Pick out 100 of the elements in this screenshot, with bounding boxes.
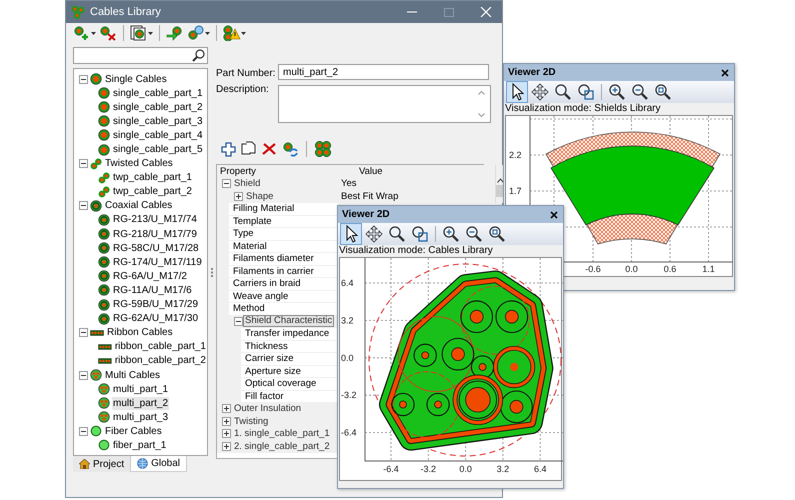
search-field[interactable] bbox=[73, 47, 208, 64]
multi-cable-icon bbox=[90, 369, 102, 382]
property-category[interactable]: Shield bbox=[231, 178, 260, 190]
property-name[interactable]: Material bbox=[229, 240, 338, 252]
move-tool-button[interactable] bbox=[363, 223, 385, 245]
move-icon bbox=[365, 225, 383, 243]
tree-item[interactable]: Twisted Cables bbox=[104, 157, 174, 170]
tree-item[interactable]: Single Cables bbox=[104, 72, 168, 86]
scroll-down-icon bbox=[478, 113, 485, 117]
property-name[interactable]: Template bbox=[229, 216, 338, 227]
close-button[interactable] bbox=[549, 210, 559, 220]
tree-item[interactable]: ribbon_cable_part_1 bbox=[114, 340, 207, 354]
tree-item[interactable]: Multi Cables bbox=[104, 368, 162, 382]
collapse-icon[interactable] bbox=[78, 426, 88, 436]
property-category[interactable]: 1. single_cable_part_1 bbox=[231, 428, 330, 440]
property-category[interactable]: Twisting bbox=[231, 416, 268, 427]
collapse-icon[interactable] bbox=[78, 370, 88, 380]
property-name[interactable]: Filaments diameter bbox=[229, 253, 338, 264]
cable-icon bbox=[90, 73, 102, 86]
move-tool-button[interactable] bbox=[529, 81, 551, 103]
collapse-icon[interactable] bbox=[78, 158, 88, 169]
scroll-up-icon bbox=[496, 178, 504, 183]
collapse-icon[interactable] bbox=[78, 200, 88, 211]
property-name[interactable]: Optical coverage bbox=[241, 378, 338, 390]
property-category[interactable]: Shield Characteristic bbox=[243, 315, 334, 328]
tree-item[interactable]: twp_cable_part_1 bbox=[112, 171, 193, 184]
tree-item[interactable]: multi_part_1 bbox=[112, 382, 170, 396]
copy-cable-button[interactable] bbox=[129, 24, 154, 42]
delete-icon bbox=[261, 142, 277, 156]
collapse-icon[interactable] bbox=[78, 328, 88, 338]
property-name[interactable]: Carriers in braid bbox=[229, 278, 338, 290]
tree-item[interactable]: RG-213/U_M17/74 bbox=[112, 213, 198, 226]
property-name[interactable]: Aperture size bbox=[241, 366, 338, 377]
part-number-field[interactable]: multi_part_2 bbox=[278, 64, 489, 80]
add-button[interactable] bbox=[220, 140, 237, 158]
group-button[interactable] bbox=[314, 140, 332, 158]
property-name[interactable]: Weave angle bbox=[229, 290, 338, 302]
magnifier-icon bbox=[554, 83, 572, 101]
property-category[interactable]: Shape bbox=[243, 190, 274, 202]
property-name[interactable]: Type bbox=[229, 228, 338, 240]
visualization-mode-label: Visualization mode: Cables Library bbox=[338, 245, 494, 257]
collapse-icon[interactable] bbox=[78, 74, 88, 84]
tab[interactable]: Project bbox=[73, 456, 130, 472]
delete-cable-button[interactable] bbox=[98, 24, 118, 42]
tree-item[interactable]: Coaxial Cables bbox=[104, 199, 174, 212]
property-name[interactable]: Method bbox=[229, 303, 338, 314]
property-name[interactable]: Carrier size bbox=[241, 353, 338, 364]
link-cable-button[interactable] bbox=[186, 24, 211, 42]
tree-item[interactable]: twp_cable_part_2 bbox=[112, 185, 193, 198]
property-name[interactable]: Thickness bbox=[241, 340, 338, 352]
tree-item[interactable]: single_cable_part_3 bbox=[112, 114, 204, 128]
description-field[interactable] bbox=[278, 85, 491, 123]
tree-item[interactable]: single_cable_part_4 bbox=[112, 128, 204, 142]
collapse-icon[interactable] bbox=[233, 316, 243, 326]
zoom-fit-icon bbox=[654, 83, 672, 101]
property-name[interactable]: Filaments in carrier bbox=[229, 266, 338, 277]
property-category[interactable]: 2. single_cable_part_2 bbox=[231, 440, 330, 452]
expand-icon[interactable] bbox=[221, 441, 231, 452]
tree-item[interactable]: Fiber Cables bbox=[104, 424, 163, 438]
tree-item[interactable]: RG-62A/U_M17/30 bbox=[112, 312, 200, 326]
tree-item[interactable]: RG-58C/U_M17/28 bbox=[112, 242, 200, 255]
tree-item[interactable]: multi_part_2 bbox=[112, 396, 170, 410]
tree-item[interactable]: RG-174/U_M17/119 bbox=[112, 256, 203, 269]
tree-item[interactable]: ribbon_cable_part_2 bbox=[114, 354, 207, 368]
expand-icon[interactable] bbox=[221, 416, 231, 426]
check-cables-button[interactable] bbox=[222, 24, 247, 42]
tree-item[interactable]: single_cable_part_1 bbox=[112, 86, 204, 100]
cursor-tool-button[interactable] bbox=[506, 81, 528, 103]
coax-cable-icon bbox=[98, 312, 110, 325]
tree-item[interactable]: RG-59B/U_M17/29 bbox=[112, 298, 200, 312]
close-button[interactable] bbox=[720, 68, 730, 78]
tree-item[interactable]: Ribbon Cables bbox=[106, 326, 174, 340]
expand-icon[interactable] bbox=[233, 191, 243, 202]
cursor-tool-button[interactable] bbox=[340, 223, 362, 245]
tree-item[interactable]: RG-6A/U_M17/2 bbox=[112, 270, 188, 283]
expand-icon[interactable] bbox=[221, 404, 231, 414]
coax-cable-icon bbox=[98, 298, 110, 311]
property-name[interactable]: Filling Material bbox=[229, 203, 338, 214]
tab[interactable]: Global bbox=[130, 456, 188, 472]
collapse-icon[interactable] bbox=[221, 178, 231, 189]
property-name[interactable]: Fill factor bbox=[241, 390, 338, 402]
expand-icon[interactable] bbox=[221, 428, 231, 439]
tree-item[interactable]: RG-11A/U_M17/6 bbox=[112, 284, 193, 297]
tree-item[interactable]: single_cable_part_2 bbox=[112, 100, 204, 114]
window-title: Cables Library bbox=[90, 6, 162, 18]
app-icon bbox=[71, 5, 85, 19]
tree-item[interactable]: RG-218/U_M17/79 bbox=[112, 228, 198, 241]
twisted-pair-icon bbox=[98, 172, 110, 184]
fiber-cable-icon bbox=[90, 425, 102, 438]
tree-item[interactable]: multi_part_3 bbox=[112, 410, 170, 424]
viewer-title: Viewer 2D bbox=[508, 67, 557, 78]
refresh-button[interactable] bbox=[281, 140, 299, 158]
caret-icon bbox=[241, 32, 246, 34]
property-name[interactable]: Transfer impedance bbox=[241, 328, 338, 340]
property-category[interactable]: Outer Insulation bbox=[231, 403, 302, 414]
add-cable-button[interactable] bbox=[72, 24, 97, 42]
axis-tick-label: 0.0 bbox=[341, 352, 354, 363]
tree-item[interactable]: single_cable_part_5 bbox=[112, 143, 204, 156]
tree-item[interactable]: fiber_part_1 bbox=[112, 438, 168, 452]
delete-button[interactable] bbox=[260, 140, 278, 158]
